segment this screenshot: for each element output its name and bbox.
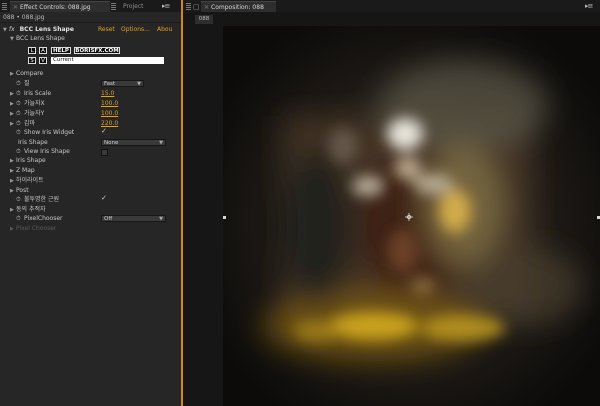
borisfx-button[interactable]: BORISFX.COM	[74, 47, 120, 54]
dropdown-caret-icon: ▼	[159, 216, 163, 222]
param-gamma: ▶ ⏱ 감마	[10, 119, 35, 128]
stopwatch-icon[interactable]: ⏱	[16, 99, 24, 108]
stopwatch-icon[interactable]: ⏱	[16, 89, 24, 98]
pixel-chooser-value: Off	[104, 216, 113, 222]
effect-controls-panel: ✕ Effect Controls: 088.jpg Project ▸≡ 088…	[0, 0, 181, 406]
help-button[interactable]: HELP	[51, 47, 71, 54]
param-iris-shape: Iris Shape	[18, 138, 48, 147]
options-link[interactable]: Options...	[121, 25, 150, 34]
panel-menu-icon[interactable]: ▸≡	[585, 2, 593, 10]
load-preset-button[interactable]: L	[28, 47, 36, 54]
layer-handle-left[interactable]	[223, 216, 226, 219]
lock-icon[interactable]: ▢	[193, 3, 200, 11]
show-iris-widget-label: Show Iris Widget	[24, 129, 75, 136]
width-y-value[interactable]: 100.0	[101, 109, 118, 118]
tab-effect-controls-label: Effect Controls: 088.jpg	[20, 4, 91, 11]
param-view-iris-shape: ⏱ View Iris Shape	[10, 147, 70, 156]
apply-button[interactable]: A	[39, 47, 47, 54]
z-map-label: Z Map	[16, 167, 35, 174]
save-preset-button[interactable]: S	[28, 57, 36, 64]
quality-dropdown[interactable]: Fast ▼	[101, 80, 144, 87]
mix-label: 동의 추적자	[16, 206, 46, 213]
pixel-chooser-label: PixelChooser	[24, 215, 63, 222]
iris-shape-group-label: Iris Shape	[16, 157, 46, 164]
param-width-x: ▶ ⏱ 가늘자X	[10, 99, 45, 108]
iris-shape-label: Iris Shape	[18, 139, 48, 146]
preset-menu-button[interactable]: V	[39, 57, 47, 64]
param-quality: ⏱ 질	[10, 79, 30, 88]
param-show-iris-widget: ⏱ Show Iris Widget	[10, 128, 74, 137]
gamma-label: 감마	[24, 120, 36, 127]
reset-link[interactable]: Reset	[98, 25, 115, 34]
mix-group[interactable]: ▶ 동의 추적자	[10, 205, 46, 214]
fx-icon[interactable]: fx	[9, 26, 15, 33]
quality-value: Fast	[104, 81, 116, 87]
param-opaque-source: ⏱ 불투명한 근원	[10, 195, 59, 204]
opaque-label: 불투명한 근원	[24, 196, 60, 203]
post-group[interactable]: ▶ Post	[10, 186, 29, 195]
panel-gripper-2[interactable]	[111, 3, 116, 10]
dropdown-caret-icon: ▼	[159, 140, 163, 146]
stopwatch-icon[interactable]: ⏱	[16, 109, 24, 118]
width-y-label: 가늘자Y	[24, 110, 45, 117]
effect-header: ▼ fx BCC Lens Shape	[3, 25, 181, 34]
view-iris-shape-label: View Iris Shape	[24, 148, 70, 155]
panel-gripper[interactable]	[186, 3, 191, 10]
stopwatch-icon[interactable]: ⏱	[16, 79, 24, 88]
iris-shape-group[interactable]: ▶ Iris Shape	[10, 156, 46, 165]
stopwatch-icon[interactable]: ⏱	[16, 214, 24, 223]
effect-group-label: BCC Lens Shape	[16, 35, 65, 42]
stopwatch-icon[interactable]: ⏱	[16, 119, 24, 128]
dropdown-caret-icon: ▼	[137, 81, 141, 87]
stopwatch-icon[interactable]: ⏱	[16, 147, 24, 156]
tab-composition-label: Composition: 088	[211, 4, 264, 11]
pixel-chooser-dropdown[interactable]: Off ▼	[101, 215, 166, 222]
quality-label: 질	[24, 80, 30, 87]
layer-path: 088 • 088.jpg	[0, 13, 181, 23]
z-map-group[interactable]: ▶ Z Map	[10, 166, 35, 175]
panel-gripper[interactable]	[2, 3, 7, 10]
opaque-checkbox[interactable]: ✓	[101, 194, 107, 202]
param-iris-scale: ▶ ⏱ Iris Scale	[10, 89, 51, 98]
param-pixel-chooser: ⏱ PixelChooser	[10, 214, 63, 223]
iris-scale-label: Iris Scale	[24, 90, 52, 97]
iris-shape-dropdown[interactable]: None ▼	[101, 139, 166, 146]
close-icon[interactable]: ✕	[204, 4, 209, 11]
composition-badge[interactable]: 088	[195, 15, 213, 24]
preset-field[interactable]: Current	[51, 57, 164, 64]
param-width-y: ▶ ⏱ 가늘자Y	[10, 109, 44, 118]
compare-label: Compare	[16, 70, 44, 77]
composition-panel: ▢ ✕ Composition: 088 ▸≡ 088	[183, 0, 600, 406]
tab-project[interactable]: Project	[120, 1, 162, 12]
show-iris-widget-checkbox[interactable]: ✓	[101, 127, 107, 135]
width-x-value[interactable]: 100.0	[101, 99, 118, 108]
effect-group[interactable]: ▼ BCC Lens Shape	[10, 34, 65, 43]
blurred-composition-image	[223, 26, 600, 406]
panel-menu-icon[interactable]: ▸≡	[162, 2, 170, 10]
pixel-chooser-group: ▶ Pixel Chooser	[10, 224, 56, 233]
view-iris-shape-checkbox[interactable]	[101, 149, 108, 156]
about-link[interactable]: Abou	[157, 25, 172, 34]
tab-effect-controls[interactable]: ✕ Effect Controls: 088.jpg	[10, 1, 110, 12]
iris-shape-value: None	[104, 140, 119, 146]
stopwatch-icon[interactable]: ⏱	[16, 128, 24, 137]
width-x-label: 가늘자X	[24, 100, 45, 107]
effect-name: BCC Lens Shape	[19, 26, 74, 33]
post-label: Post	[16, 187, 29, 194]
highlights-label: 하이라이트	[16, 177, 44, 184]
close-icon[interactable]: ✕	[13, 4, 18, 11]
compare-group[interactable]: ▶ Compare	[10, 69, 43, 78]
pixel-chooser-group-label: Pixel Chooser	[16, 225, 57, 232]
stopwatch-icon[interactable]: ⏱	[16, 195, 24, 204]
tab-composition[interactable]: ✕ Composition: 088	[201, 1, 276, 12]
highlights-group[interactable]: ▶ 하이라이트	[10, 176, 44, 185]
iris-scale-value[interactable]: 15.0	[101, 89, 114, 98]
composition-viewer[interactable]	[223, 26, 600, 406]
